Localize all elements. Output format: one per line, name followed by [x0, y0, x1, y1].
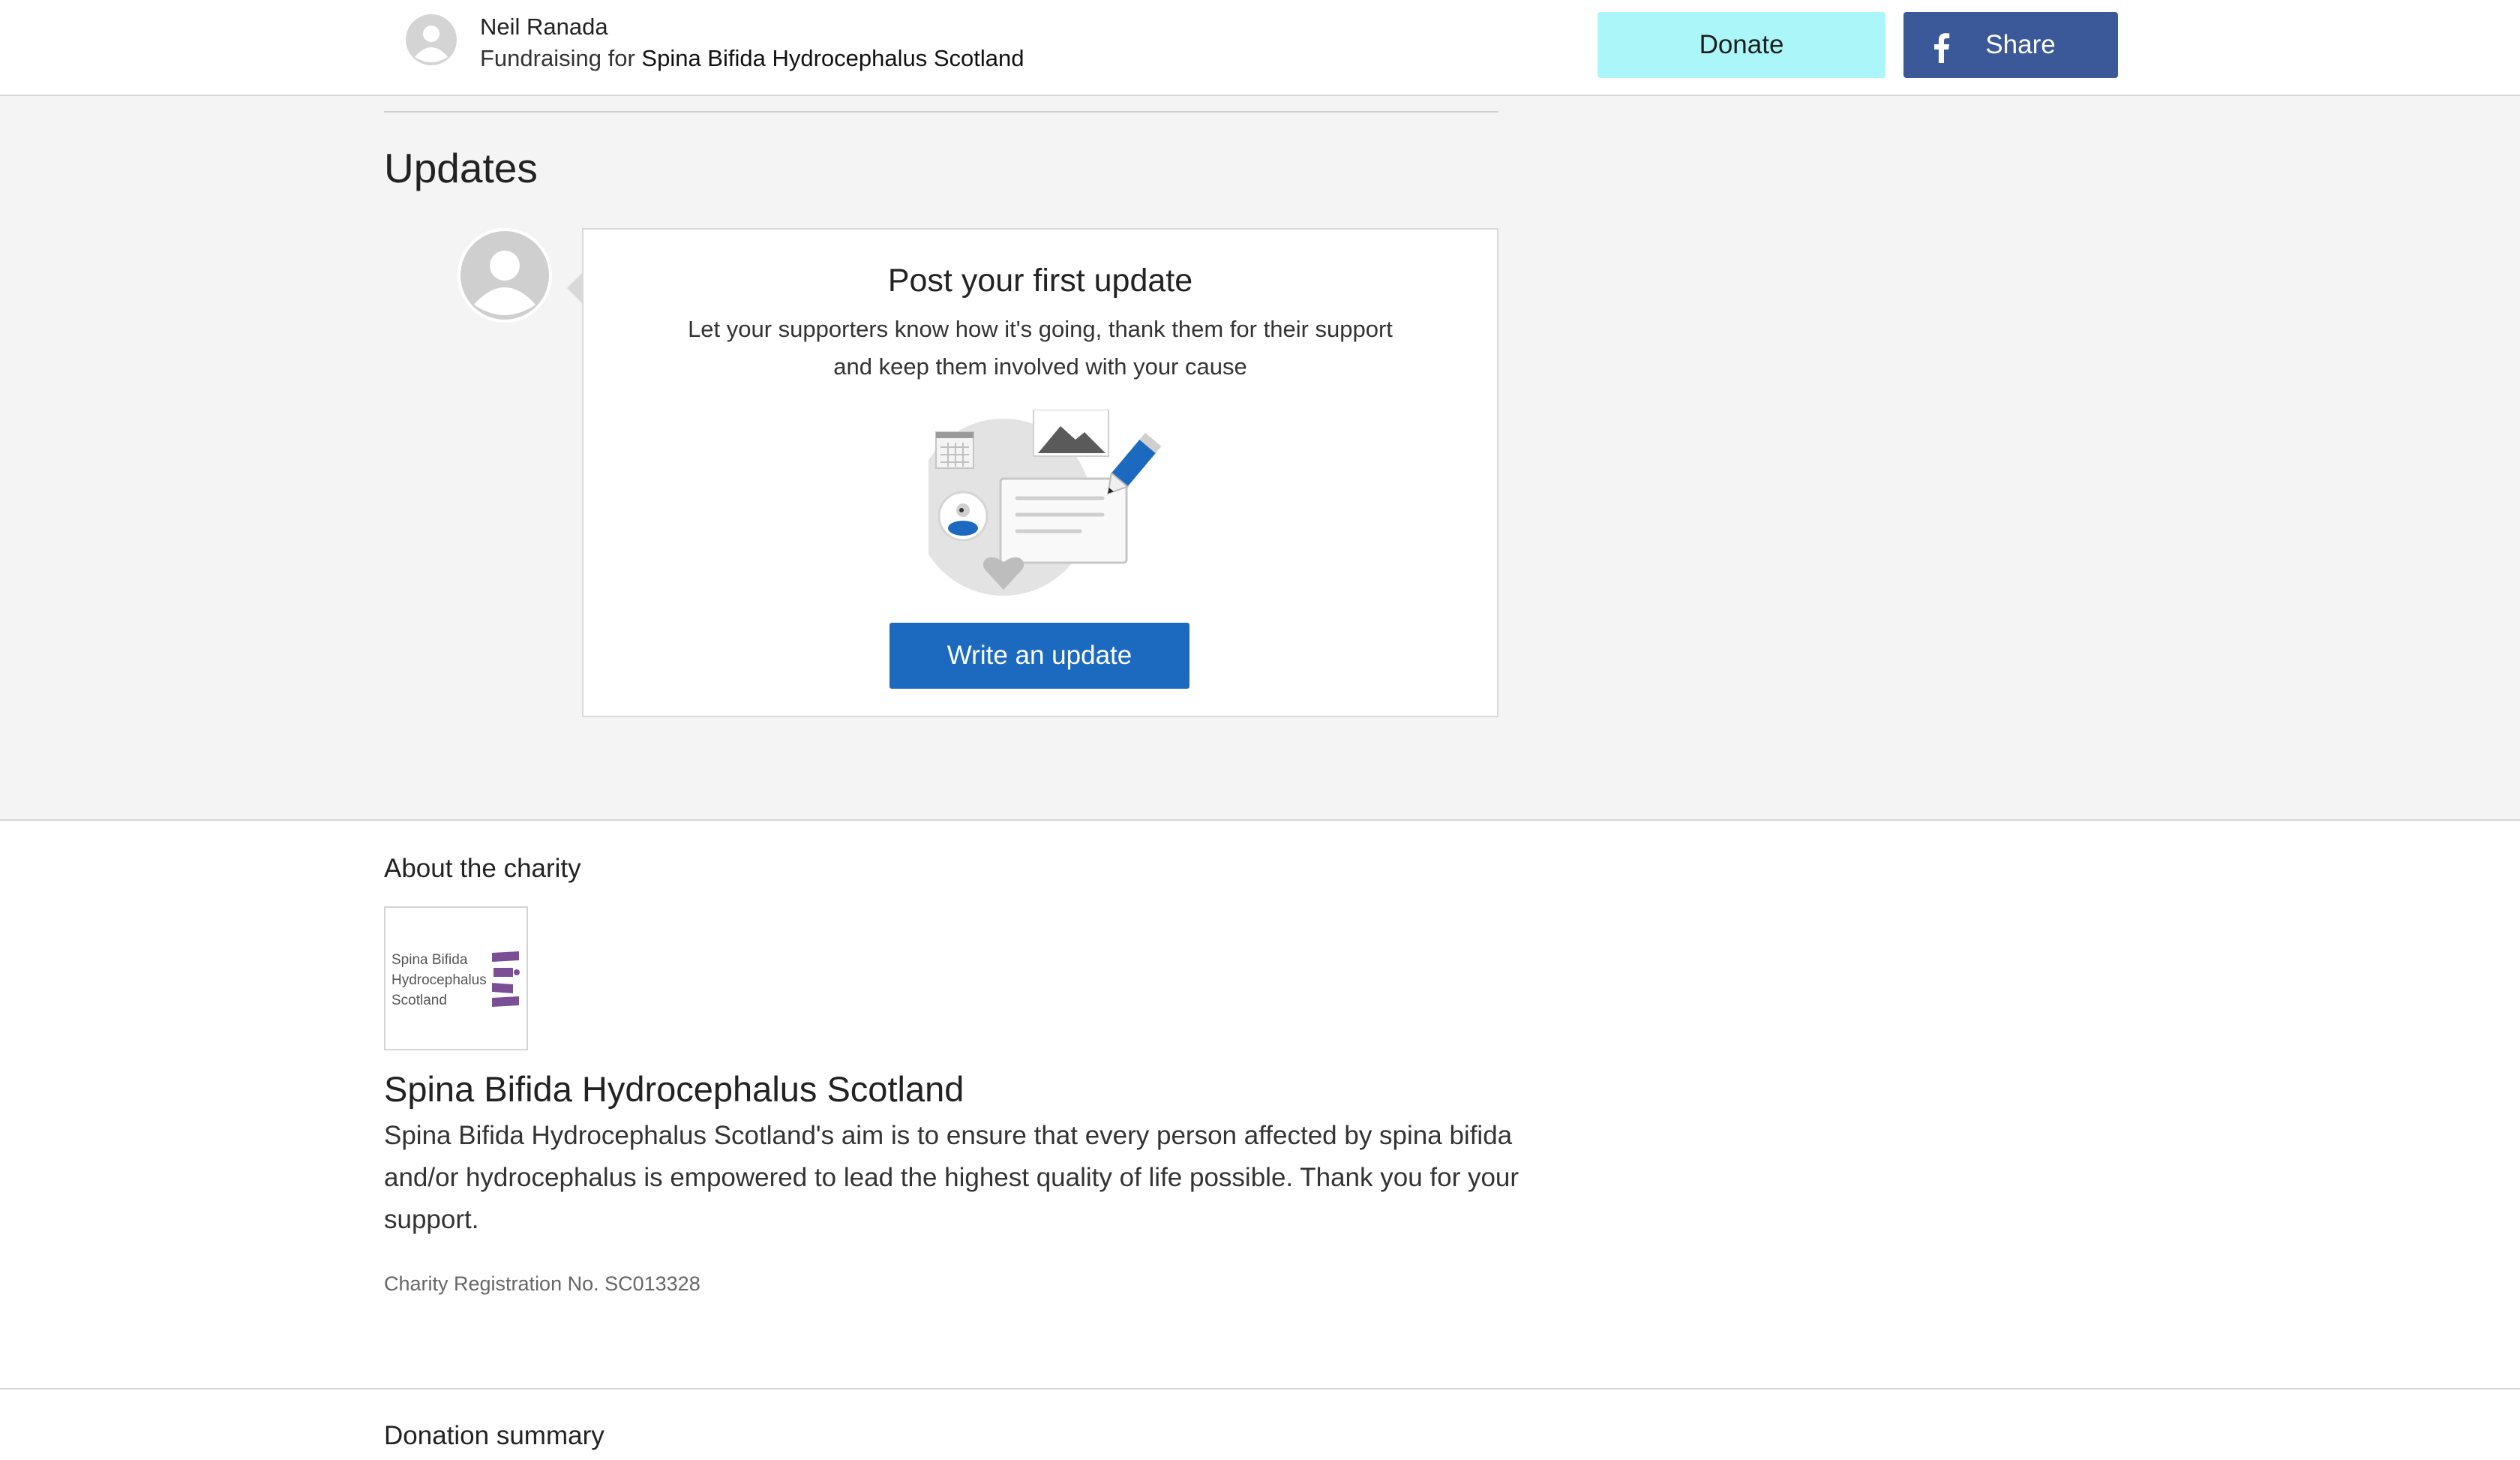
section-divider	[384, 111, 1498, 113]
section-divider	[0, 1388, 2520, 1389]
card-title: Post your first update	[887, 263, 1193, 299]
user-avatar-icon	[458, 228, 552, 323]
logo-text-line: Spina Bifida	[392, 952, 468, 968]
updates-title: Updates	[384, 145, 538, 191]
sticky-header: Neil Ranada Fundraising for Spina Bifida…	[0, 0, 2520, 96]
fundraising-prefix: Fundraising for	[480, 45, 635, 71]
donate-button[interactable]: Donate	[1598, 12, 1886, 78]
charity-logo-text: Spina Bifida Hydrocephalus Scotland	[392, 950, 487, 1011]
user-avatar-icon	[406, 14, 457, 65]
logo-text-line: Scotland	[392, 993, 447, 1008]
update-illustration-icon	[928, 410, 1161, 596]
charity-description: Spina Bifida Hydrocephalus Scotland's ai…	[384, 1121, 1520, 1234]
card-pointer	[567, 272, 584, 305]
charity-name: Spina Bifida Hydrocephalus Scotland	[384, 1069, 964, 1109]
fundraising-for-line: Fundraising for Spina Bifida Hydrocephal…	[480, 45, 1024, 72]
charity-registration-number: Charity Registration No. SC013328	[384, 1272, 700, 1295]
logo-text-line: Hydrocephalus	[392, 972, 487, 988]
updates-section: Updates Post your first update Let your …	[0, 96, 2520, 821]
fundraiser-owner-name: Neil Ranada	[480, 14, 608, 40]
first-update-card: Post your first update Let your supporte…	[582, 228, 1498, 717]
header-charity-link[interactable]: Spina Bifida Hydrocephalus Scotland	[641, 45, 1024, 71]
about-charity-heading: About the charity	[384, 854, 581, 883]
charity-logo-mark-icon	[492, 951, 520, 1007]
facebook-icon	[1934, 33, 1950, 63]
card-description: Let your supporters know how it's going,…	[584, 311, 1497, 386]
charity-logo[interactable]: Spina Bifida Hydrocephalus Scotland	[384, 906, 528, 1050]
card-description-line: and keep them involved with your cause	[833, 353, 1247, 380]
write-update-button[interactable]: Write an update	[890, 623, 1190, 689]
card-description-line: Let your supporters know how it's going,…	[688, 316, 1393, 342]
donation-summary-heading: Donation summary	[384, 1421, 604, 1450]
share-label: Share	[1985, 30, 2056, 59]
facebook-share-button[interactable]: Share	[1904, 12, 2118, 78]
